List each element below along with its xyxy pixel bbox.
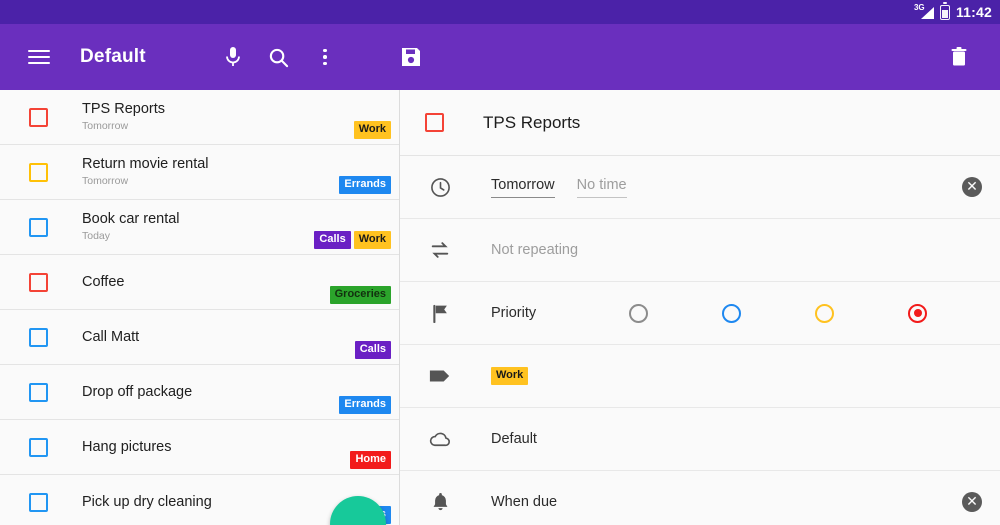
task-tag-chip[interactable]: Calls [354, 341, 391, 359]
repeat-value[interactable]: Not repeating [491, 242, 578, 258]
signal-3g-icon: 3G [913, 3, 934, 19]
task-tags: Calls [354, 341, 391, 359]
task-detail-pane: TPS Reports Tomorrow No time ✕ Not repea… [400, 90, 1000, 525]
priority-option-high[interactable] [908, 303, 927, 323]
flag-icon [427, 303, 453, 324]
task-title: TPS Reports [82, 101, 165, 117]
trash-icon[interactable] [936, 34, 982, 80]
task-checkbox[interactable] [29, 327, 48, 347]
task-tags: Groceries [329, 286, 391, 304]
bell-icon [427, 491, 453, 513]
task-checkbox[interactable] [29, 217, 48, 237]
list-value[interactable]: Default [491, 431, 537, 447]
battery-icon [939, 2, 950, 20]
task-tag-chip[interactable]: Calls [314, 231, 351, 249]
clock-icon [427, 177, 453, 198]
page-title: Default [80, 46, 146, 67]
task-list-item[interactable]: Coffee Groceries [0, 255, 399, 310]
task-checkbox[interactable] [29, 272, 48, 292]
detail-due-date-row[interactable]: Tomorrow No time ✕ [400, 156, 1000, 219]
priority-label: Priority [491, 305, 537, 321]
more-vert-icon[interactable] [302, 34, 348, 80]
task-list-item[interactable]: Return movie rental Tomorrow Errands [0, 145, 399, 200]
app-root: 3G 11:42 Default TPS Reports Tomorrow Wo… [0, 0, 1000, 525]
task-tags: Calls Work [314, 231, 391, 249]
task-checkbox[interactable] [29, 107, 48, 127]
repeat-icon [427, 240, 453, 260]
detail-tag-row[interactable]: Work [400, 345, 1000, 408]
content-split: TPS Reports Tomorrow Work Return movie rent… [0, 90, 1000, 525]
task-checkbox[interactable] [29, 492, 48, 512]
clear-reminder-button[interactable]: ✕ [962, 492, 982, 512]
task-tags: Errands [339, 176, 391, 194]
detail-header: TPS Reports [400, 90, 1000, 156]
task-tag-chip[interactable]: Errands [339, 396, 391, 414]
task-tag-chip[interactable]: Home [350, 451, 391, 469]
detail-task-title[interactable]: TPS Reports [483, 113, 580, 133]
task-title: Call Matt [82, 328, 140, 345]
detail-reminder-row[interactable]: When due ✕ [400, 471, 1000, 525]
status-bar: 3G 11:42 [0, 0, 1000, 24]
priority-option-low[interactable] [722, 303, 741, 323]
due-date-value[interactable]: Tomorrow [491, 177, 555, 198]
task-list-item[interactable]: Call Matt Calls [0, 310, 399, 365]
app-toolbar: Default [0, 24, 1000, 90]
tag-icon [427, 368, 453, 384]
search-icon[interactable] [256, 34, 302, 80]
task-tags: Home [350, 451, 391, 469]
task-list: TPS Reports Tomorrow Work Return movie rent… [0, 90, 399, 525]
priority-option-medium[interactable] [815, 303, 834, 323]
detail-list-row[interactable]: Default [400, 408, 1000, 471]
task-checkbox[interactable] [29, 162, 48, 182]
priority-option-none[interactable] [629, 303, 648, 323]
task-tags: Errands [339, 396, 391, 414]
status-clock: 11:42 [955, 4, 992, 20]
task-list-item[interactable]: TPS Reports Tomorrow Work [0, 90, 399, 145]
task-tag-chip[interactable]: Errands [339, 176, 391, 194]
task-list-item[interactable]: Drop off package Errands [0, 365, 399, 420]
task-checkbox[interactable] [29, 382, 48, 402]
hamburger-menu-icon[interactable] [16, 34, 62, 80]
detail-repeat-row[interactable]: Not repeating [400, 219, 1000, 282]
microphone-icon[interactable] [210, 34, 256, 80]
task-title: Return movie rental [82, 156, 209, 172]
save-floppy-icon[interactable] [388, 34, 434, 80]
task-title: Book car rental [82, 211, 180, 227]
task-list-item[interactable]: Book car rental Today Calls Work [0, 200, 399, 255]
clear-due-date-button[interactable]: ✕ [962, 177, 982, 197]
due-time-value[interactable]: No time [576, 177, 627, 198]
detail-priority-row: Priority [400, 282, 1000, 345]
task-checkbox[interactable] [29, 437, 48, 457]
task-list-pane[interactable]: TPS Reports Tomorrow Work Return movie rent… [0, 90, 400, 525]
task-tag-chip[interactable]: Work [353, 231, 391, 249]
priority-options [629, 303, 927, 323]
task-tags: Work [353, 121, 391, 139]
task-tag-chip[interactable]: Work [353, 121, 391, 139]
task-text: Call Matt [82, 329, 399, 346]
detail-complete-checkbox[interactable] [425, 113, 444, 132]
task-due-date: Tomorrow [82, 120, 129, 132]
reminder-value[interactable]: When due [491, 494, 557, 510]
cloud-icon [427, 431, 453, 448]
detail-tag-chip[interactable]: Work [491, 367, 529, 385]
task-tag-chip[interactable]: Groceries [329, 286, 391, 304]
task-text: TPS Reports Tomorrow [82, 101, 399, 133]
task-list-item[interactable]: Hang pictures Home [0, 420, 399, 475]
signal-label: 3G [913, 3, 925, 12]
